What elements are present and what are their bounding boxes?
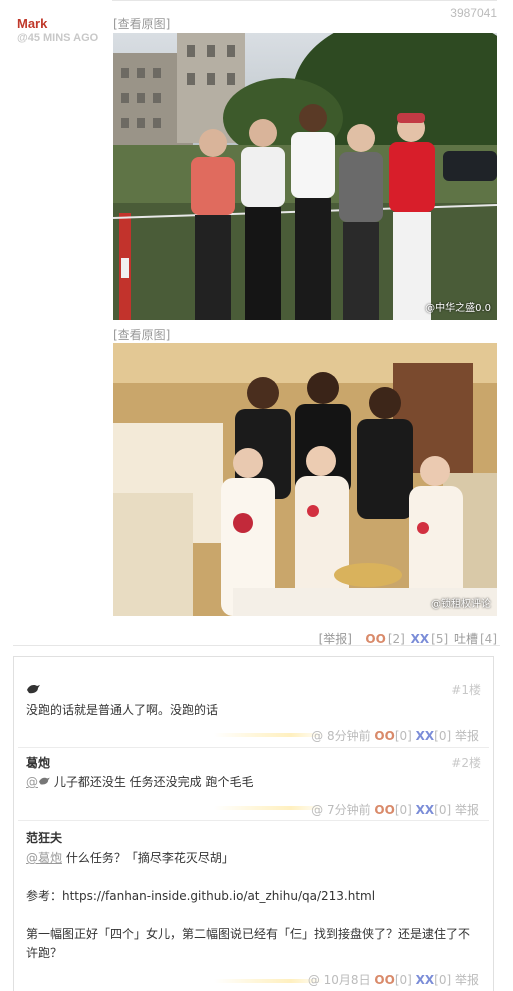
comment-2: 葛炮 #2楼 @ 儿子都还没生 任务还没完成 跑个毛毛 @ 7分钟前 OO[0]…	[14, 748, 493, 822]
bird-icon	[27, 685, 40, 694]
comment-mention[interactable]: @	[26, 775, 50, 789]
comments-panel: #1楼 没跑的话就是普通人了啊。没跑的话 @ 8分钟前 OO[0] XX[0] …	[13, 656, 494, 991]
comment-text-row: @ 儿子都还没生 任务还没完成 跑个毛毛	[26, 773, 481, 792]
comment-meta: @ 10月8日 OO[0] XX[0] 举报	[308, 971, 479, 988]
bird-icon	[39, 777, 50, 785]
comment-report-button[interactable]: 举报	[455, 803, 479, 817]
comment-text: 什么任务？「摘尽李花灭尽胡」	[65, 851, 234, 865]
post-author[interactable]: Mark	[17, 16, 47, 31]
comment-meta: @ 8分钟前 OO[0] XX[0] 举报	[311, 727, 479, 744]
image-watermark-2: @锁租权评论	[431, 599, 491, 610]
comment-time: @ 8分钟前	[311, 729, 371, 743]
comment-oo-button[interactable]: OO	[374, 973, 394, 987]
comment-highlight-bar	[214, 806, 324, 810]
post-image-1[interactable]: @中华之盛0.0	[113, 33, 497, 320]
outdoor-photo-illustration	[113, 33, 497, 320]
view-original-link-1[interactable]: [查看原图]	[113, 15, 170, 32]
comment-xx-button[interactable]: XX	[416, 973, 435, 987]
tucao-button[interactable]: 吐槽	[454, 632, 478, 646]
comment-oo-count: [0]	[394, 729, 412, 743]
post-image-2[interactable]: @锁租权评论	[113, 343, 497, 616]
comment-text-line-2: 参考：https://fanhan-inside.github.io/at_zh…	[26, 889, 376, 903]
comment-1: #1楼 没跑的话就是普通人了啊。没跑的话 @ 8分钟前 OO[0] XX[0] …	[14, 657, 493, 748]
comment-floor: #1楼	[451, 683, 481, 697]
view-original-link-2[interactable]: [查看原图]	[113, 326, 170, 343]
comment-xx-count: [0]	[434, 973, 452, 987]
comment-xx-button[interactable]: XX	[416, 803, 435, 817]
post-id: 3987041	[450, 6, 497, 20]
post-time: @45 MINS AGO	[17, 32, 99, 44]
comment-separator	[18, 820, 489, 821]
comment-author[interactable]: 葛炮	[26, 754, 50, 771]
comment-oo-count: [0]	[394, 803, 412, 817]
comment-text-line-3: 第一幅图正好「四个」女儿，第二幅图说已经有「仨」找到接盘侠了？还是逮住了不许跑？	[26, 927, 471, 960]
comment-xx-count: [0]	[434, 729, 452, 743]
comment-report-button[interactable]: 举报	[455, 973, 479, 987]
xx-button[interactable]: XX	[411, 632, 430, 646]
comment-floor: #2楼	[451, 756, 481, 770]
top-divider	[112, 0, 497, 1]
xx-count: [5]	[431, 632, 449, 646]
report-button[interactable]: [举报]	[319, 632, 352, 646]
comment-highlight-bar	[214, 733, 324, 737]
comment-time: @ 10月8日	[307, 973, 371, 987]
comment-text-line-1: @葛炮 什么任务？「摘尽李花灭尽胡」	[26, 849, 481, 868]
comment-mention[interactable]: @葛炮	[26, 851, 62, 865]
comment-3: 范狂夫 @葛炮 什么任务？「摘尽李花灭尽胡」 参考：https://fanhan…	[14, 823, 493, 991]
comment-text: 儿子都还没生 任务还没完成 跑个毛毛	[53, 775, 254, 789]
tucao-count: [4]	[480, 632, 497, 646]
comment-report-button[interactable]: 举报	[455, 729, 479, 743]
comment-oo-button[interactable]: OO	[374, 729, 394, 743]
banquet-photo-illustration	[113, 343, 497, 616]
comment-oo-button[interactable]: OO	[374, 803, 394, 817]
comment-xx-count: [0]	[434, 803, 452, 817]
comment-oo-count: [0]	[394, 973, 412, 987]
comment-author[interactable]: 范狂夫	[26, 829, 62, 846]
comment-xx-button[interactable]: XX	[416, 729, 435, 743]
post-divider	[13, 645, 500, 646]
comment-author-icon[interactable]	[26, 683, 40, 698]
comment-time: @ 7分钟前	[311, 803, 371, 817]
comment-meta: @ 7分钟前 OO[0] XX[0] 举报	[311, 801, 479, 818]
comment-text: 没跑的话就是普通人了啊。没跑的话	[26, 703, 219, 717]
oo-button[interactable]: OO	[365, 632, 385, 646]
oo-count: [2]	[387, 632, 405, 646]
image-watermark-1: @中华之盛0.0	[425, 303, 491, 314]
